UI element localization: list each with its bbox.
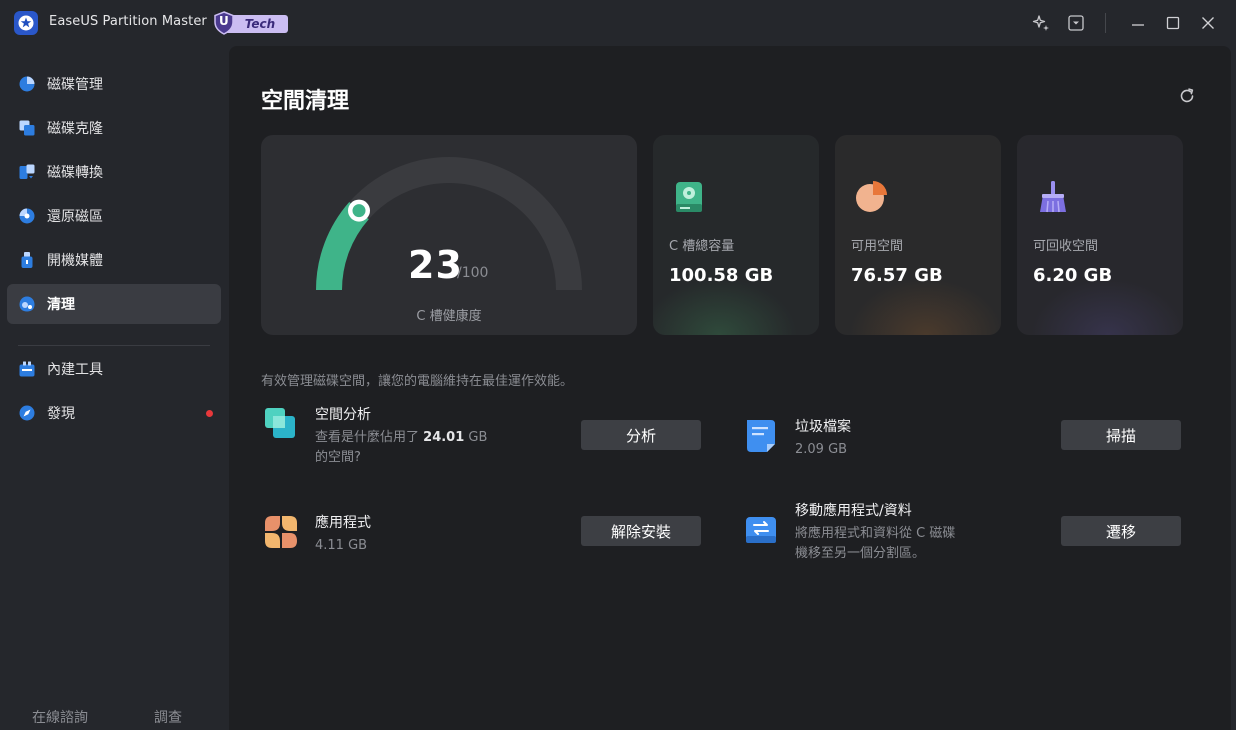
sidebar-item-label: 磁碟克隆: [47, 121, 103, 137]
migrate-button[interactable]: 遷移: [1061, 516, 1181, 546]
sidebar-item-label: 內建工具: [47, 362, 103, 378]
notification-dot: [206, 410, 213, 417]
tool-name: 垃圾檔案: [795, 419, 851, 435]
reclaimable-space-card: 可回收空間 6.20 GB: [1017, 135, 1183, 335]
disk-icon: [676, 182, 702, 212]
minimize-icon: [1132, 24, 1144, 26]
title-bar: EaseUS Partition Master U Tech: [0, 0, 1236, 46]
scan-button[interactable]: 掃描: [1061, 420, 1181, 450]
sidebar-item-label: 清理: [47, 297, 75, 313]
minimize-button[interactable]: [1126, 11, 1150, 35]
gauge-knob-center: [352, 204, 366, 218]
app-logo-icon: [14, 11, 38, 35]
sidebar-item-disk-convert[interactable]: 磁碟轉換: [7, 152, 221, 192]
tech-badge[interactable]: U Tech: [212, 11, 288, 35]
uninstall-button[interactable]: 解除安裝: [581, 516, 701, 546]
convert-icon: [19, 164, 35, 179]
sidebar: 磁碟管理 磁碟克隆 磁碟轉換 還原磁區 開機媒體 清理 內建工具 發現 在線諮詢…: [0, 46, 228, 730]
tool-description: 4.11 GB: [315, 538, 368, 553]
tool-description: 查看是什麼佔用了 24.01 GB 的空間?: [315, 428, 487, 468]
tool-name: 應用程式: [315, 515, 371, 531]
tool-description: 2.09 GB: [795, 442, 848, 457]
health-score: 23: [408, 243, 463, 287]
close-button[interactable]: [1196, 11, 1220, 35]
apps-tool: 應用程式 4.11 GB: [263, 512, 563, 562]
drive-health-card: 23 /100 C 槽健康度: [261, 135, 637, 335]
toolbox-icon: [19, 361, 35, 377]
maximize-icon: [1166, 16, 1180, 30]
migrate-icon: [746, 517, 776, 543]
sidebar-item-label: 還原磁區: [47, 209, 103, 225]
space-analysis-icon: [265, 408, 295, 438]
recover-icon: [19, 208, 35, 224]
tool-description: 將應用程式和資料從 C 磁碟 機移至另一個分割區。: [795, 524, 955, 564]
desc-line-1: 將應用程式和資料從 C 磁碟: [795, 526, 956, 541]
desc-prefix: 查看是什麼佔用了: [315, 430, 420, 445]
desc-line-2: 機移至另一個分割區。: [795, 546, 926, 561]
close-icon: [1202, 17, 1214, 29]
sidebar-item-builtin-tools[interactable]: 內建工具: [7, 349, 221, 389]
sidebar-item-label: 發現: [47, 406, 75, 422]
sidebar-item-disk-management[interactable]: 磁碟管理: [7, 64, 221, 104]
sidebar-item-disk-clone[interactable]: 磁碟克隆: [7, 108, 221, 148]
clone-icon: [19, 120, 35, 136]
stat-label: C 槽總容量: [669, 239, 735, 254]
broom-icon: [1040, 181, 1066, 213]
pie-icon: [856, 181, 887, 212]
sidebar-item-label: 開機媒體: [47, 253, 103, 269]
sidebar-item-label: 磁碟轉換: [47, 165, 103, 181]
sidebar-item-label: 磁碟管理: [47, 77, 103, 93]
sidebar-item-cleanup[interactable]: 清理: [7, 284, 221, 324]
page-title: 空間清理: [261, 89, 350, 114]
free-space-card: 可用空間 76.57 GB: [835, 135, 1001, 335]
health-label: C 槽健康度: [416, 309, 482, 324]
migrate-tool: 移動應用程式/資料 將應用程式和資料從 C 磁碟 機移至另一個分割區。: [743, 500, 1043, 570]
tool-name: 移動應用程式/資料: [795, 503, 912, 519]
tagline: 有效管理磁碟空間，讓您的電腦維持在最佳運作效能。: [261, 374, 574, 389]
analyze-button[interactable]: 分析: [581, 420, 701, 450]
desc-unit: GB: [468, 430, 488, 445]
dropdown-menu-button[interactable]: [1064, 11, 1088, 35]
sparkle-button[interactable]: [1029, 11, 1053, 35]
main-panel: 空間清理 23 /100 C 槽健康度 C 槽總容量 100.58 GB 可用空…: [229, 46, 1231, 730]
apps-icon: [265, 516, 297, 548]
sidebar-item-recover-partition[interactable]: 還原磁區: [7, 196, 221, 236]
refresh-icon[interactable]: [1177, 86, 1197, 106]
badge-letter: U: [219, 14, 229, 28]
space-analysis-tool: 空間分析 查看是什麼佔用了 24.01 GB 的空間?: [263, 404, 563, 465]
junk-file-icon: [747, 420, 775, 452]
sparkle-icon: [1032, 15, 1049, 31]
desc-amount: 24.01: [423, 430, 465, 445]
sidebar-divider: [18, 345, 210, 346]
sidebar-item-boot-media[interactable]: 開機媒體: [7, 240, 221, 280]
stat-value: 100.58 GB: [669, 265, 774, 286]
compass-icon: [19, 405, 35, 421]
online-consult-link[interactable]: 在線諮詢: [32, 707, 88, 727]
survey-link[interactable]: 調查: [154, 707, 182, 727]
tool-name: 空間分析: [315, 407, 371, 423]
junk-files-tool: 垃圾檔案 2.09 GB: [743, 416, 1043, 466]
health-score-max: /100: [457, 265, 489, 281]
desc-suffix: 的空間?: [315, 450, 361, 465]
maximize-button[interactable]: [1161, 11, 1185, 35]
usb-icon: [21, 252, 33, 268]
app-title: EaseUS Partition Master: [49, 14, 207, 29]
stat-value: 6.20 GB: [1033, 265, 1113, 286]
stat-label: 可回收空間: [1033, 239, 1099, 254]
stat-value: 76.57 GB: [851, 265, 943, 286]
dropdown-box-icon: [1068, 15, 1084, 31]
titlebar-divider: [1105, 13, 1106, 33]
stat-label: 可用空間: [851, 239, 904, 254]
pie-chart-icon: [19, 76, 35, 92]
cleanup-icon: [19, 296, 35, 312]
total-capacity-card: C 槽總容量 100.58 GB: [653, 135, 819, 335]
sidebar-item-discover[interactable]: 發現: [7, 393, 221, 433]
